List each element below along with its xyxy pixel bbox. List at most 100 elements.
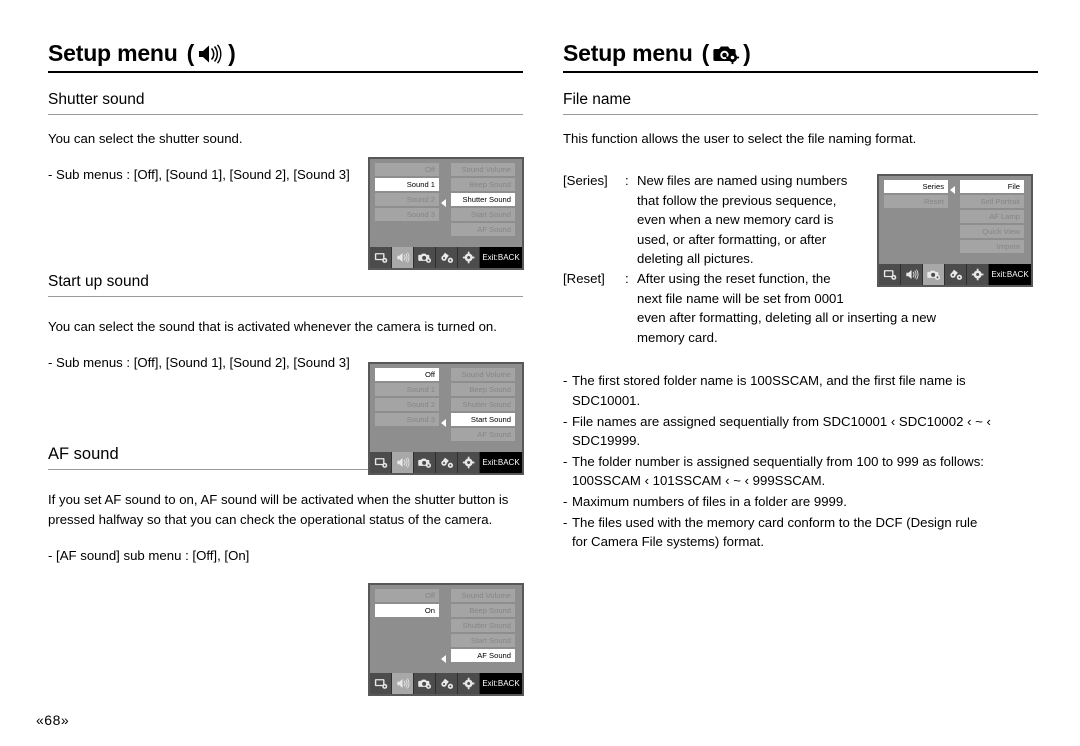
lcd-menu-item[interactable]: Start Sound: [451, 413, 515, 426]
arrow-left-icon: [441, 199, 446, 207]
camera-settings-icon[interactable]: [414, 452, 436, 473]
file-name-notes: - The first stored folder name is 100SSC…: [563, 371, 1038, 551]
lcd-menu-item[interactable]: Quick View: [960, 225, 1024, 238]
lcd-menu-item[interactable]: AF Sound: [451, 428, 515, 441]
lcd-submenu-spacer: [884, 210, 948, 223]
lcd-submenu-item[interactable]: Sound 1: [375, 383, 439, 396]
lcd-menu-item[interactable]: Beep Sound: [451, 604, 515, 617]
definition-term-reset: [Reset]: [563, 270, 605, 286]
section-body-shutter-sound: You can select the shutter sound.: [48, 131, 243, 146]
lcd-menu-body: Off On Sound Volume Beep Sound Shutter Sound…: [370, 585, 522, 675]
lcd-menu-item[interactable]: Shutter Sound: [451, 193, 515, 206]
note-dash: -: [563, 373, 568, 389]
right-close-paren: ): [743, 40, 751, 66]
lcd-exit-label[interactable]: Exit:BACK: [989, 264, 1031, 285]
shooting-settings-icon[interactable]: [436, 673, 458, 694]
lcd-menu-item[interactable]: Sound Volume: [451, 368, 515, 381]
note-text: Maximum numbers of files in a folder are…: [572, 492, 1038, 512]
left-column: Setup menu ( ) Shutter sound You can sel…: [48, 40, 523, 566]
lcd-menu-item[interactable]: Sound Volume: [451, 589, 515, 602]
lcd-tab-bar: Exit:BACK: [879, 264, 1031, 285]
section-body-start-up-sound: You can select the sound that is activat…: [48, 319, 497, 334]
note-line: File names are assigned sequentially fro…: [572, 413, 991, 429]
lcd-screen-shutter-sound: Off Sound 1 Sound 2 Sound 3 Sound Volume Beep…: [368, 157, 524, 270]
lcd-menu-item[interactable]: Start Sound: [451, 634, 515, 647]
lcd-menu-item[interactable]: AF Sound: [451, 223, 515, 236]
general-settings-icon[interactable]: [458, 673, 480, 694]
lcd-submenu-item[interactable]: Series: [884, 180, 948, 193]
lcd-submenu-item[interactable]: On: [375, 604, 439, 617]
lcd-menu-item[interactable]: Shutter Sound: [451, 619, 515, 632]
general-settings-icon[interactable]: [967, 264, 989, 285]
lcd-submenu-item[interactable]: Sound 3: [375, 208, 439, 221]
sound-settings-icon[interactable]: [392, 673, 414, 694]
lcd-submenu-item[interactable]: Sound 1: [375, 178, 439, 191]
definition-sep-reset: :: [625, 270, 629, 286]
note-line: SDC19999.: [572, 433, 641, 449]
definition-sep-series: :: [625, 173, 629, 188]
note-dash: -: [563, 514, 568, 530]
camera-settings-icon[interactable]: [923, 264, 945, 285]
note-text: File names are assigned sequentially fro…: [572, 412, 1038, 451]
lcd-exit-label[interactable]: Exit:BACK: [480, 247, 522, 268]
general-settings-icon[interactable]: [458, 452, 480, 473]
note-line: The first stored folder name is 100SSCAM…: [572, 373, 966, 389]
lcd-submenu-spacer: [884, 225, 948, 238]
general-settings-icon[interactable]: [458, 247, 480, 268]
lcd-menu-item[interactable]: Self Portrait: [960, 195, 1024, 208]
lcd-exit-label[interactable]: Exit:BACK: [480, 452, 522, 473]
lcd-submenu-item[interactable]: Off: [375, 368, 439, 381]
arrow-left-icon: [441, 655, 446, 663]
left-close-paren: ): [228, 40, 236, 66]
left-open-paren: (: [186, 40, 195, 66]
right-menu-title-text: Setup menu: [563, 40, 693, 66]
sound-settings-icon[interactable]: [392, 247, 414, 268]
display-settings-icon[interactable]: [370, 673, 392, 694]
lcd-menu-item[interactable]: AF Lamp: [960, 210, 1024, 223]
camera-settings-icon: [711, 42, 741, 66]
note-dash: -: [563, 453, 568, 469]
lcd-submenu-item[interactable]: Off: [375, 163, 439, 176]
right-open-paren: (: [701, 40, 710, 66]
lcd-menu-body: Series Reset File Self Portrait AF Lamp Quick…: [879, 176, 1031, 266]
lcd-exit-label[interactable]: Exit:BACK: [480, 673, 522, 694]
manual-page: Setup menu ( ) Shutter sound You can sel…: [0, 0, 1080, 746]
lcd-menu-item[interactable]: Beep Sound: [451, 178, 515, 191]
sound-settings-icon[interactable]: [901, 264, 923, 285]
lcd-menu-item[interactable]: Imprint: [960, 240, 1024, 253]
shooting-settings-icon[interactable]: [945, 264, 967, 285]
lcd-submenu-column: Off Sound 1 Sound 2 Sound 3: [375, 163, 439, 249]
lcd-submenu-item[interactable]: Reset: [884, 195, 948, 208]
lcd-submenu-column: Off On: [375, 589, 439, 675]
note-item: - Maximum numbers of files in a folder a…: [563, 492, 1038, 512]
lcd-submenu-item[interactable]: Sound 2: [375, 398, 439, 411]
section-body-file-name: This function allows the user to select …: [563, 131, 917, 146]
note-line: SDC10001.: [572, 392, 641, 408]
section-title-file-name: File name: [563, 91, 1038, 115]
lcd-menu-item[interactable]: Beep Sound: [451, 383, 515, 396]
display-settings-icon[interactable]: [879, 264, 901, 285]
lcd-menu-item[interactable]: File: [960, 180, 1024, 193]
lcd-menu-item[interactable]: Sound Volume: [451, 163, 515, 176]
definition-desc-reset-line-4: memory card.: [637, 329, 718, 345]
display-settings-icon[interactable]: [370, 452, 392, 473]
lcd-menu-item[interactable]: Start Sound: [451, 208, 515, 221]
camera-settings-icon[interactable]: [414, 673, 436, 694]
shooting-settings-icon[interactable]: [436, 247, 458, 268]
lcd-arrow-column: [439, 589, 451, 675]
lcd-submenu-item[interactable]: Sound 3: [375, 413, 439, 426]
sound-settings-icon[interactable]: [392, 452, 414, 473]
shooting-settings-icon[interactable]: [436, 452, 458, 473]
lcd-submenu-column: Series Reset: [884, 180, 948, 266]
display-settings-icon[interactable]: [370, 247, 392, 268]
lcd-submenu-item[interactable]: Sound 2: [375, 193, 439, 206]
definition-desc-reset-line-3: even after formatting, deleting all or i…: [637, 310, 937, 326]
note-text: The files used with the memory card conf…: [572, 513, 1038, 552]
lcd-menu-item[interactable]: Shutter Sound: [451, 398, 515, 411]
lcd-submenu-spacer: [375, 634, 439, 647]
lcd-submenu-item[interactable]: Off: [375, 589, 439, 602]
lcd-menu-column: Sound Volume Beep Sound Shutter Sound Start…: [451, 368, 515, 454]
lcd-menu-item[interactable]: AF Sound: [451, 649, 515, 662]
note-line: 100SSCAM ‹ 101SSCAM ‹ ~ ‹ 999SSCAM.: [572, 473, 826, 489]
camera-settings-icon[interactable]: [414, 247, 436, 268]
